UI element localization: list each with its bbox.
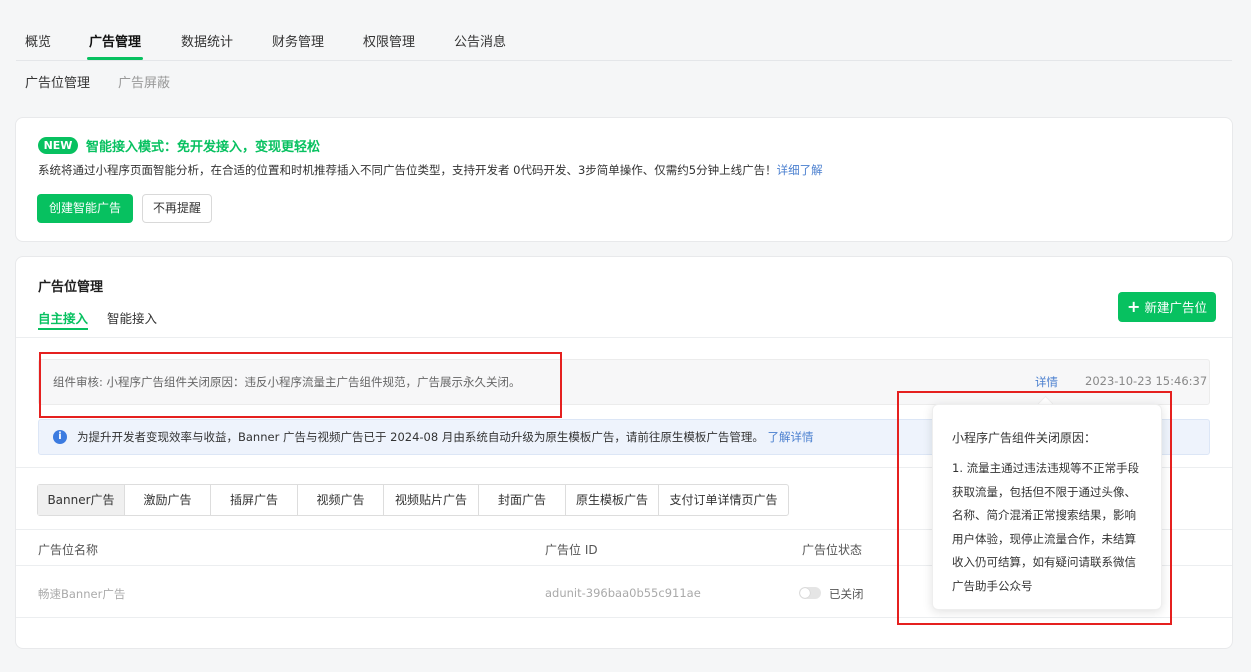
info-icon: i <box>53 430 67 444</box>
promo-description-text: 系统将通过小程序页面智能分析，在合适的位置和时机推荐插入不同广告位类型，支持开发… <box>38 163 777 177</box>
info-message: 为提升开发者变现效率与收益，Banner 广告与视频广告已于 2024-08 月… <box>77 430 764 444</box>
info-text: 为提升开发者变现效率与收益，Banner 广告与视频广告已于 2024-08 月… <box>77 429 813 445</box>
ad-type-payment-detail[interactable]: 支付订单详情页广告 <box>659 485 788 515</box>
subnav-ad-blocking[interactable]: 广告屏蔽 <box>118 72 170 91</box>
tab-self-integration[interactable]: 自主接入 <box>38 308 89 330</box>
nav-permissions[interactable]: 权限管理 <box>363 31 415 50</box>
info-learn-more-link[interactable]: 了解详情 <box>767 430 813 444</box>
ad-type-rewarded[interactable]: 激励广告 <box>125 485 211 515</box>
new-ad-slot-button[interactable]: + 新建广告位 <box>1118 292 1216 322</box>
promo-learn-more-link[interactable]: 详细了解 <box>777 163 823 177</box>
plus-icon: + <box>1127 297 1141 316</box>
ad-type-banner[interactable]: Banner广告 <box>38 485 125 515</box>
row-ad-name: 畅速Banner广告 <box>38 587 126 601</box>
notice-timestamp: 2023-10-23 15:46:37 <box>1085 374 1208 388</box>
notice-detail-link[interactable]: 详情 <box>1035 374 1058 390</box>
nav-overview[interactable]: 概览 <box>25 31 51 50</box>
column-header-id: 广告位 ID <box>545 543 598 557</box>
promo-description: 系统将通过小程序页面智能分析，在合适的位置和时机推荐插入不同广告位类型，支持开发… <box>38 162 823 178</box>
ad-type-video-patch[interactable]: 视频贴片广告 <box>384 485 479 515</box>
subnav-ad-slots[interactable]: 广告位管理 <box>25 72 90 91</box>
section-title: 广告位管理 <box>38 280 104 295</box>
nav-finance[interactable]: 财务管理 <box>272 31 324 50</box>
ad-type-cover[interactable]: 封面广告 <box>479 485 566 515</box>
nav-announcements[interactable]: 公告消息 <box>454 31 506 50</box>
row-status-toggle[interactable] <box>799 587 821 599</box>
ad-type-video[interactable]: 视频广告 <box>298 485 384 515</box>
promo-title: 智能接入模式：免开发接入，变现更轻松 <box>86 140 321 155</box>
ad-type-selector: Banner广告 激励广告 插屏广告 视频广告 视频贴片广告 封面广告 原生模板… <box>37 484 789 516</box>
annotation-highlight-notice <box>39 352 562 418</box>
ad-type-interstitial[interactable]: 插屏广告 <box>211 485 298 515</box>
create-smart-ad-button[interactable]: 创建智能广告 <box>37 194 133 223</box>
ad-type-native-template[interactable]: 原生模板广告 <box>566 485 659 515</box>
smart-mode-promo-card: NEW 智能接入模式：免开发接入，变现更轻松 系统将通过小程序页面智能分析，在合… <box>15 117 1233 242</box>
dont-remind-button[interactable]: 不再提醒 <box>142 194 212 223</box>
row-status-label: 已关闭 <box>829 587 864 601</box>
nav-data-stats[interactable]: 数据统计 <box>181 31 233 50</box>
new-ad-slot-label: 新建广告位 <box>1144 300 1207 315</box>
nav-divider <box>16 60 1232 61</box>
nav-ad-management[interactable]: 广告管理 <box>86 31 144 60</box>
tab-smart-integration[interactable]: 智能接入 <box>107 308 157 327</box>
row-ad-id: adunit-396baa0b55c911ae <box>545 586 701 600</box>
top-nav: 概览 广告管理 数据统计 财务管理 权限管理 公告消息 <box>0 0 1251 61</box>
tabs-divider <box>16 337 1232 338</box>
new-badge: NEW <box>38 137 78 154</box>
column-header-status: 广告位状态 <box>802 543 863 557</box>
column-header-name: 广告位名称 <box>38 543 99 557</box>
annotation-highlight-tooltip <box>897 391 1172 625</box>
